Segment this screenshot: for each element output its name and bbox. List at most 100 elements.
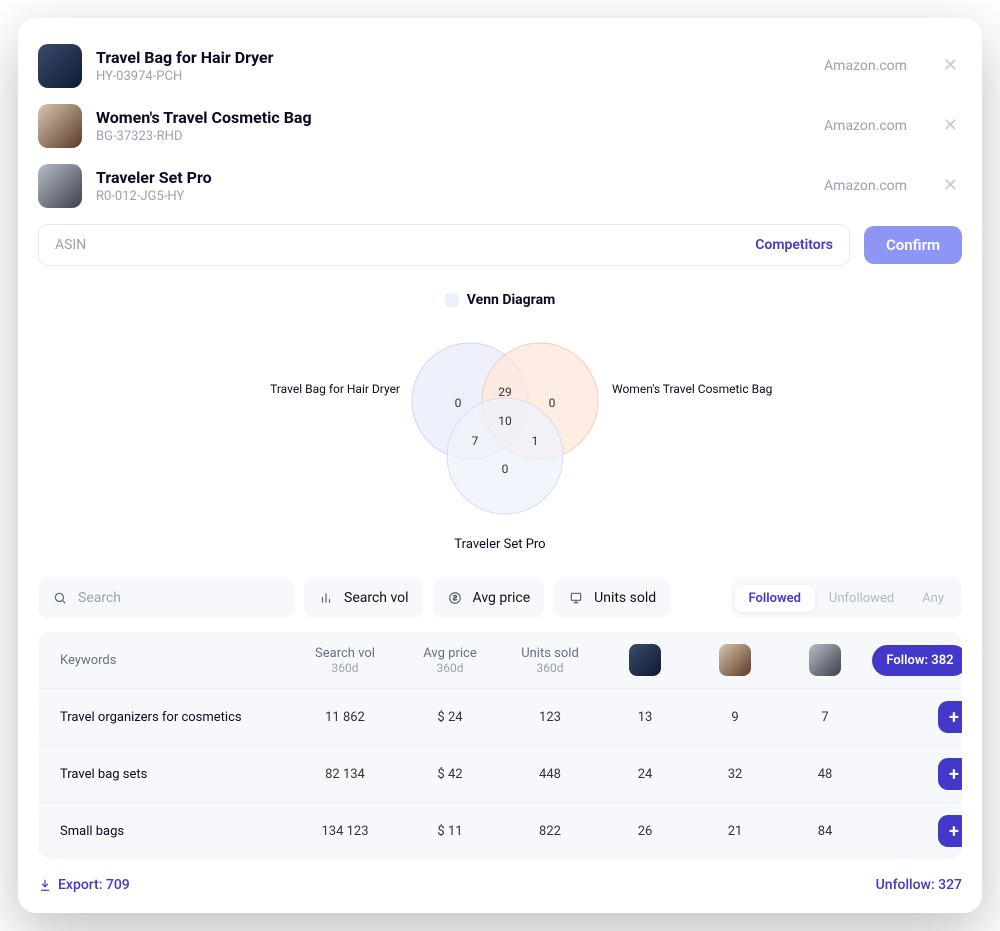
seg-unfollowed[interactable]: Unfollowed: [815, 585, 908, 612]
product-sku: BG-37323-RHD: [96, 129, 810, 144]
filter-avg-price[interactable]: Avg price: [433, 578, 545, 618]
cell-avg-price: $ 42: [400, 767, 500, 782]
close-icon[interactable]: ✕: [939, 173, 962, 199]
col-search-vol: Search vol360d: [290, 646, 400, 675]
table-row: Small bags 134 123 $ 11 822 26 21 84 +: [38, 802, 962, 859]
product-sku: HY-03974-PCH: [96, 69, 810, 84]
cell-c1: 24: [600, 767, 690, 782]
venn-label-bottom: Traveler Set Pro: [38, 537, 962, 552]
search-icon: [52, 590, 68, 606]
search-placeholder: Search: [78, 590, 121, 606]
confirm-button[interactable]: Confirm: [864, 226, 962, 264]
table-header: Keywords Search vol360d Avg price360d Un…: [38, 632, 962, 688]
asin-bar: ASIN Competitors Confirm: [38, 224, 962, 266]
filter-units-sold[interactable]: Units sold: [554, 578, 670, 618]
follow-segment: Followed Unfollowed Any: [731, 578, 963, 618]
col-product-3: [780, 644, 870, 676]
add-button[interactable]: +: [938, 701, 962, 733]
product-main: Traveler Set Pro R0-012-JG5-HY: [96, 168, 810, 204]
venn-triple: 10: [498, 414, 512, 428]
cell-search-vol: 134 123: [290, 824, 400, 839]
col-units-sold: Units sold360d: [500, 646, 600, 675]
cell-add: +: [870, 701, 962, 733]
legend-swatch: [445, 293, 459, 307]
cell-search-vol: 11 862: [290, 710, 400, 725]
bar-chart-icon: [318, 590, 334, 606]
cell-keyword: Travel organizers for cosmetics: [60, 710, 290, 725]
venn-legend-label: Venn Diagram: [467, 292, 555, 308]
col-avg-price: Avg price360d: [400, 646, 500, 675]
product-sku: R0-012-JG5-HY: [96, 189, 810, 204]
filter-label: Units sold: [594, 590, 656, 606]
add-button[interactable]: +: [938, 758, 962, 790]
unfollow-link[interactable]: Unfollow: 327: [876, 877, 962, 893]
product-title: Travel Bag for Hair Dryer: [96, 48, 810, 67]
cell-c2: 32: [690, 767, 780, 782]
seg-followed[interactable]: Followed: [735, 585, 815, 612]
col-keywords: Keywords: [60, 653, 290, 668]
venn-only-b: 0: [549, 396, 556, 410]
col-follow: Follow: 382: [870, 645, 962, 676]
table-row: Travel bag sets 82 134 $ 42 448 24 32 48…: [38, 745, 962, 802]
cell-search-vol: 82 134: [290, 767, 400, 782]
cell-add: +: [870, 815, 962, 847]
product-row: Travel Bag for Hair Dryer HY-03974-PCH A…: [38, 36, 962, 96]
asin-input[interactable]: ASIN Competitors: [38, 224, 850, 266]
product-main: Women's Travel Cosmetic Bag BG-37323-RHD: [96, 108, 810, 144]
product-thumb: [38, 164, 82, 208]
filter-label: Search vol: [344, 590, 409, 606]
product-thumb-icon: [809, 644, 841, 676]
product-title: Women's Travel Cosmetic Bag: [96, 108, 810, 127]
venn-label-right: Women's Travel Cosmetic Bag: [612, 382, 772, 396]
main-card: Travel Bag for Hair Dryer HY-03974-PCH A…: [18, 18, 982, 913]
keywords-table: Keywords Search vol360d Avg price360d Un…: [38, 632, 962, 859]
cell-c3: 7: [780, 710, 870, 725]
venn-pair-ac: 7: [472, 434, 479, 448]
filter-label: Avg price: [473, 590, 531, 606]
units-icon: [568, 590, 584, 606]
cell-c3: 84: [780, 824, 870, 839]
cell-avg-price: $ 24: [400, 710, 500, 725]
marketplace-label: Amazon.com: [824, 178, 907, 194]
filter-search-vol[interactable]: Search vol: [304, 578, 423, 618]
cell-c1: 13: [600, 710, 690, 725]
cell-c2: 21: [690, 824, 780, 839]
export-link[interactable]: Export: 709: [38, 877, 130, 893]
venn-legend: Venn Diagram: [445, 292, 555, 308]
product-row: Women's Travel Cosmetic Bag BG-37323-RHD…: [38, 96, 962, 156]
dollar-icon: [447, 590, 463, 606]
close-icon[interactable]: ✕: [939, 113, 962, 139]
asin-placeholder: ASIN: [55, 237, 755, 253]
marketplace-label: Amazon.com: [824, 58, 907, 74]
venn-diagram: Travel Bag for Hair Dryer Women's Travel…: [200, 321, 800, 531]
export-label: Export: 709: [58, 877, 130, 893]
product-thumb: [38, 44, 82, 88]
col-product-1: [600, 644, 690, 676]
search-input[interactable]: Search: [38, 578, 294, 618]
filters-bar: Search Search vol Avg price Units sold F…: [38, 578, 962, 618]
follow-all-button[interactable]: Follow: 382: [872, 645, 962, 676]
cell-keyword: Travel bag sets: [60, 767, 290, 782]
venn-label-left: Travel Bag for Hair Dryer: [270, 382, 400, 396]
venn-only-c: 0: [502, 462, 509, 476]
seg-any[interactable]: Any: [908, 585, 958, 612]
footer-bar: Export: 709 Unfollow: 327: [38, 877, 962, 893]
cell-c1: 26: [600, 824, 690, 839]
venn-pair-bc: 1: [532, 434, 539, 448]
download-icon: [38, 878, 52, 892]
close-icon[interactable]: ✕: [939, 53, 962, 79]
cell-c3: 48: [780, 767, 870, 782]
competitors-link[interactable]: Competitors: [755, 237, 833, 253]
col-product-2: [690, 644, 780, 676]
add-button[interactable]: +: [938, 815, 962, 847]
product-title: Traveler Set Pro: [96, 168, 810, 187]
cell-units: 822: [500, 824, 600, 839]
cell-keyword: Small bags: [60, 824, 290, 839]
venn-section: Venn Diagram Travel Bag for Hair Dryer W…: [38, 292, 962, 552]
cell-units: 448: [500, 767, 600, 782]
venn-pair-ab: 29: [498, 385, 512, 399]
cell-avg-price: $ 11: [400, 824, 500, 839]
product-main: Travel Bag for Hair Dryer HY-03974-PCH: [96, 48, 810, 84]
venn-only-a: 0: [455, 396, 462, 410]
product-thumb: [38, 104, 82, 148]
